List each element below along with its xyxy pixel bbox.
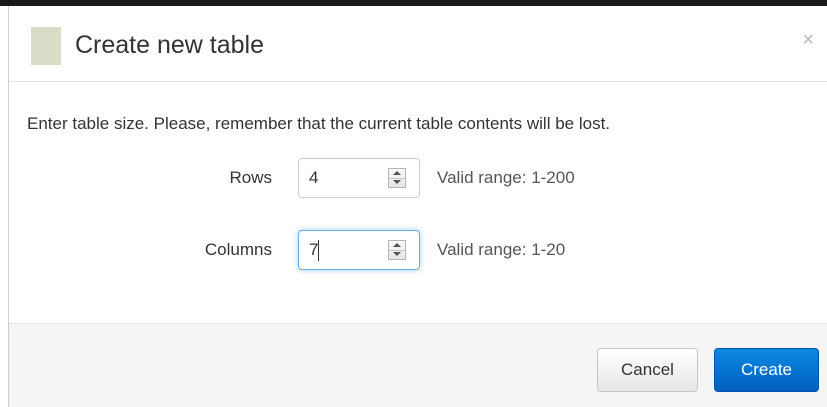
header-color-swatch — [31, 27, 61, 65]
text-caret — [318, 240, 319, 261]
page: Create new table × Enter table size. Ple… — [0, 0, 827, 407]
close-icon[interactable]: × — [802, 30, 814, 50]
rows-stepper[interactable] — [388, 168, 406, 188]
rows-range-hint: Valid range: 1-200 — [437, 168, 575, 187]
create-table-dialog: Create new table × Enter table size. Ple… — [8, 6, 827, 407]
rows-label: Rows — [229, 168, 272, 187]
arrow-down-icon — [393, 180, 401, 184]
cancel-button[interactable]: Cancel — [597, 348, 698, 392]
rows-input-wrapper — [298, 158, 420, 198]
columns-input-wrapper — [298, 230, 420, 270]
dialog-message: Enter table size. Please, remember that … — [27, 114, 611, 133]
create-button[interactable]: Create — [714, 348, 819, 392]
rows-input[interactable] — [299, 159, 385, 197]
columns-label: Columns — [204, 240, 272, 259]
columns-stepper[interactable] — [388, 240, 406, 260]
dialog-header: Create new table × — [9, 6, 827, 82]
columns-field-row: Columns Valid range: 1-20 — [9, 230, 827, 270]
dialog-footer: Cancel Create — [9, 323, 827, 407]
dialog-title: Create new table — [75, 31, 265, 59]
columns-range-hint: Valid range: 1-20 — [437, 240, 566, 259]
rows-decrement-button[interactable] — [389, 178, 405, 187]
arrow-up-icon — [393, 171, 401, 175]
dialog-body: Enter table size. Please, remember that … — [9, 82, 827, 323]
columns-input[interactable] — [299, 231, 385, 269]
rows-field-row: Rows Valid range: 1-200 — [9, 158, 827, 198]
arrow-down-icon — [393, 252, 401, 256]
arrow-up-icon — [393, 243, 401, 247]
columns-decrement-button[interactable] — [389, 250, 405, 259]
